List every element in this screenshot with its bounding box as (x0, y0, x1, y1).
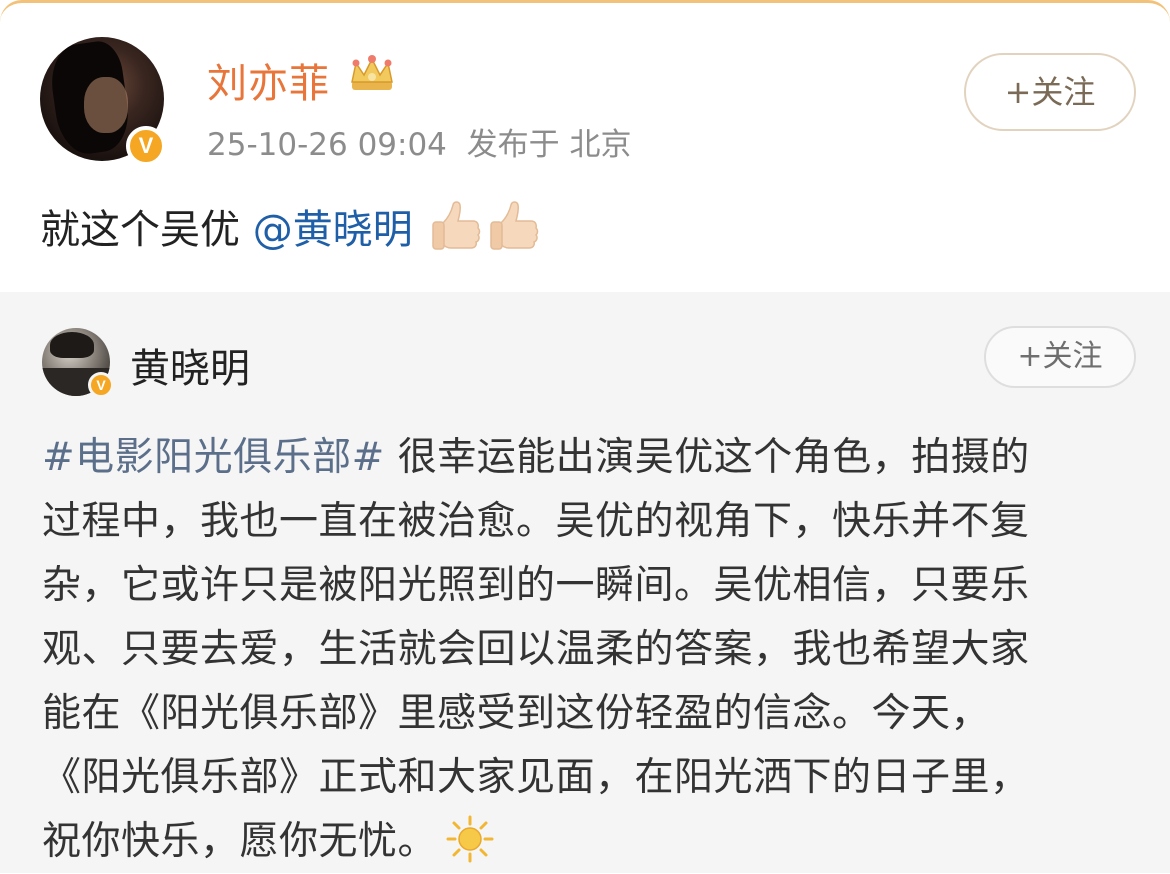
avatar-face-shape (84, 77, 128, 133)
repost-line: 《阳光俱乐部》正式和大家见面，在阳光洒下的日子里， (42, 755, 1030, 800)
repost-line: 观、只要去爱，生活就会回以温柔的答案，我也希望大家 (42, 627, 1030, 672)
repost-text: #电影阳光俱乐部# 很幸运能出演吴优这个角色，拍摄的 过程中，我也一直在被治愈。… (42, 426, 1142, 874)
verified-badge-icon: V (88, 372, 114, 398)
avatar-hair-shape (50, 332, 94, 358)
repost-line: 能在《阳光俱乐部》里感受到这份轻盈的信念。今天， (42, 691, 991, 736)
repost-line: 祝你快乐，愿你无忧。 (42, 810, 1142, 874)
repost-line: #电影阳光俱乐部# 很幸运能出演吴优这个角色，拍摄的 (42, 426, 1142, 490)
weibo-post: V 刘亦菲 25-10-26 09:04 发布于 北京 +关注 就这个吴优 @黄… (0, 0, 1170, 292)
repost-line-text: 祝你快乐，愿你无忧。 (42, 819, 438, 864)
follow-button[interactable]: +关注 (964, 53, 1136, 131)
repost-line: 杂，它或许只是被阳光照到的一瞬间。吴优相信，只要乐 (42, 563, 1030, 608)
hashtag-link[interactable]: #电影阳光俱乐部# (42, 435, 385, 480)
post-text-body: 就这个吴优 (40, 207, 253, 253)
post-timestamp: 25-10-26 09:04 (207, 127, 447, 163)
author-name[interactable]: 刘亦菲 (207, 51, 330, 109)
post-text: 就这个吴优 @黄晓明 (40, 197, 541, 255)
repost-line: 过程中，我也一直在被治愈。吴优的视角下，快乐并不复 (42, 499, 1030, 544)
verified-badge-icon: V (126, 126, 166, 166)
thumbs-up-icon (490, 201, 539, 250)
post-location: 发布于 北京 (466, 127, 632, 163)
repost-line-text: 很幸运能出演吴优这个角色，拍摄的 (384, 435, 1030, 480)
post-meta: 25-10-26 09:04 发布于 北京 (207, 119, 631, 164)
mention-link[interactable]: @黄晓明 (253, 207, 413, 253)
crown-icon (351, 55, 393, 90)
reposted-card[interactable]: V 黄晓明 +关注 #电影阳光俱乐部# 很幸运能出演吴优这个角色，拍摄的 过程中… (0, 292, 1170, 873)
thumbs-up-icon (432, 201, 481, 250)
repost-author-name[interactable]: 黄晓明 (130, 336, 250, 394)
sun-icon (446, 815, 494, 863)
repost-follow-button[interactable]: +关注 (984, 326, 1136, 388)
